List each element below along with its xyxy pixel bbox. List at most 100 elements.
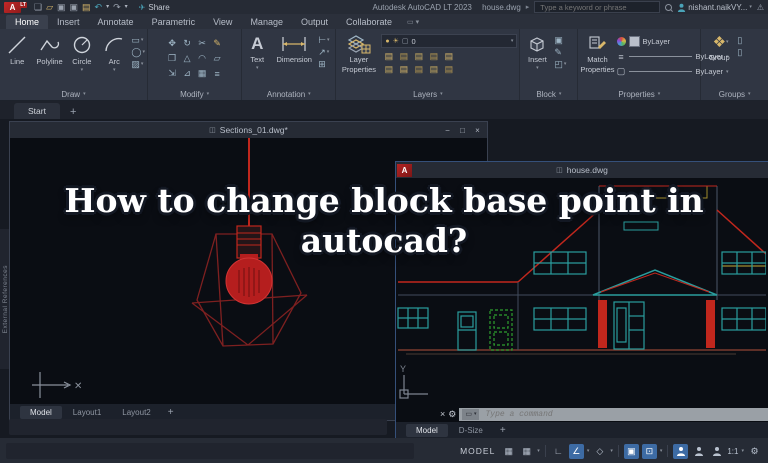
arc-button[interactable]: Arc ▾ bbox=[99, 32, 129, 73]
model-space-label[interactable]: MODEL bbox=[460, 446, 495, 456]
rectangle-tool-icon[interactable]: ▭ bbox=[131, 35, 140, 45]
redo-icon[interactable]: ↷ bbox=[113, 2, 121, 12]
block-attributes-icon[interactable]: ◰ bbox=[554, 59, 563, 69]
edit-block-icon[interactable]: ✎ bbox=[554, 47, 562, 57]
circle-button[interactable]: Circle ▾ bbox=[67, 32, 97, 73]
tab-home[interactable]: Home bbox=[6, 15, 48, 29]
layer-tool-icon[interactable]: ▤ bbox=[411, 50, 426, 63]
search-icon[interactable] bbox=[665, 4, 672, 11]
tab-start[interactable]: Start bbox=[14, 103, 60, 119]
recent-commands-button[interactable]: ▭ ▾ bbox=[462, 409, 479, 420]
tab-model[interactable]: Model bbox=[20, 406, 62, 419]
polyline-button[interactable]: Polyline bbox=[34, 32, 64, 66]
add-layout-button[interactable]: + bbox=[162, 407, 180, 418]
layer-properties-button[interactable]: Layer Properties bbox=[338, 32, 379, 74]
line-button[interactable]: Line bbox=[2, 32, 32, 66]
autocad-logo[interactable]: A LT bbox=[4, 2, 21, 13]
tab-parametric[interactable]: Parametric bbox=[143, 15, 205, 29]
group-edit-icon[interactable]: ▯ bbox=[737, 47, 742, 57]
group-button[interactable]: ❖ Group bbox=[703, 32, 735, 62]
search-box[interactable] bbox=[534, 1, 660, 13]
notification-icon[interactable]: ⚠ bbox=[757, 3, 764, 12]
polar-chevron-icon[interactable]: ▾ bbox=[587, 448, 590, 454]
house-drawing-area[interactable]: Y bbox=[396, 178, 768, 406]
layers-panel-label[interactable]: Layers ▾ bbox=[336, 88, 519, 100]
customize-wrench-icon[interactable]: ⚙ bbox=[448, 409, 456, 420]
tab-layout2[interactable]: Layout2 bbox=[112, 406, 160, 419]
dimension-button[interactable]: Dimension bbox=[272, 32, 316, 64]
isodraft-chevron-icon[interactable]: ▾ bbox=[610, 448, 613, 454]
more-tools-icon[interactable]: ≡ bbox=[210, 66, 225, 81]
tab-d-size[interactable]: D-Size bbox=[449, 424, 493, 437]
create-block-icon[interactable]: ▣ bbox=[554, 35, 563, 45]
layer-dropdown[interactable]: ● ☀ ▢ 0 ▾ bbox=[381, 34, 517, 48]
plot-icon[interactable]: ▤ bbox=[82, 2, 91, 12]
ribbon-options-button[interactable]: ▭ ▾ bbox=[407, 18, 419, 29]
save-icon[interactable]: ▣ bbox=[57, 2, 66, 12]
maximize-button[interactable]: □ bbox=[456, 126, 469, 135]
customization-gear-icon[interactable]: ⚙ bbox=[747, 444, 762, 459]
tab-layout1[interactable]: Layout1 bbox=[63, 406, 111, 419]
layer-tool-icon[interactable]: ▤ bbox=[381, 50, 396, 63]
layer-tool-icon[interactable]: ▤ bbox=[396, 50, 411, 63]
layer-tool-icon[interactable]: ▤ bbox=[426, 50, 441, 63]
add-layout-button-house[interactable]: + bbox=[494, 425, 512, 436]
fillet-icon[interactable]: ◠ bbox=[195, 51, 210, 66]
house-window-titlebar[interactable]: A ◫ house.dwg bbox=[396, 162, 768, 178]
object-snap-icon[interactable]: ▣ bbox=[624, 444, 639, 459]
annotation-visibility-icon[interactable] bbox=[673, 444, 688, 459]
snap-chevron-icon[interactable]: ▾ bbox=[537, 448, 540, 454]
layer-tool-icon[interactable]: ▤ bbox=[441, 50, 456, 63]
tab-output[interactable]: Output bbox=[292, 15, 337, 29]
insert-block-button[interactable]: Insert ▾ bbox=[522, 32, 552, 71]
block-panel-label[interactable]: Block ▾ bbox=[520, 88, 577, 100]
minimize-button[interactable]: − bbox=[441, 126, 454, 135]
drawing-window-house[interactable]: A ◫ house.dwg bbox=[395, 161, 768, 438]
sections-window-titlebar[interactable]: ◫ Sections_01.dwg* − □ × bbox=[10, 122, 487, 138]
undo-chevron-icon[interactable]: ▾ bbox=[106, 2, 109, 12]
scale-chevron-icon[interactable]: ▾ bbox=[741, 448, 744, 454]
new-drawing-tab-button[interactable]: + bbox=[62, 105, 84, 119]
search-input[interactable] bbox=[538, 2, 656, 13]
annotation-panel-label[interactable]: Annotation ▾ bbox=[242, 88, 335, 100]
dim-style-icon[interactable]: ⊢ bbox=[318, 35, 326, 45]
save-as-icon[interactable]: ▣ bbox=[70, 2, 79, 12]
groups-panel-label[interactable]: Groups ▾ bbox=[701, 88, 768, 100]
ortho-mode-icon[interactable]: ∟ bbox=[551, 444, 566, 459]
match-properties-button[interactable]: Match Properties bbox=[580, 32, 614, 74]
properties-panel-label[interactable]: Properties ▾ bbox=[578, 88, 700, 100]
tab-insert[interactable]: Insert bbox=[48, 15, 89, 29]
user-account[interactable]: nishant.naikVY... ▾ bbox=[677, 3, 752, 12]
tab-view[interactable]: View bbox=[204, 15, 241, 29]
layer-tool-icon[interactable]: ▤ bbox=[411, 63, 426, 76]
autoscale-icon[interactable] bbox=[691, 444, 706, 459]
command-input[interactable] bbox=[483, 409, 765, 420]
annotation-scale-value[interactable]: 1:1 bbox=[727, 447, 738, 456]
mirror-icon[interactable]: △ bbox=[180, 51, 195, 66]
tab-manage[interactable]: Manage bbox=[241, 15, 292, 29]
open-folder-icon[interactable]: ▱ bbox=[46, 2, 53, 12]
close-command-icon[interactable]: × bbox=[440, 409, 445, 419]
draw-panel-label[interactable]: Draw ▾ bbox=[0, 88, 147, 100]
leader-icon[interactable]: ↗ bbox=[318, 47, 326, 57]
osnap-chevron-icon[interactable]: ▾ bbox=[660, 448, 663, 454]
command-line[interactable]: ▭ ▾ bbox=[459, 408, 768, 421]
layer-tool-icon[interactable]: ▤ bbox=[396, 63, 411, 76]
object-snap-tracking-icon[interactable]: ⊡ bbox=[642, 444, 657, 459]
layer-tool-icon[interactable]: ▤ bbox=[441, 63, 456, 76]
close-button[interactable]: × bbox=[471, 126, 484, 135]
scale-icon[interactable]: ⊿ bbox=[180, 66, 195, 81]
move-icon[interactable]: ✥ bbox=[165, 36, 180, 51]
tab-model-house[interactable]: Model bbox=[406, 424, 448, 437]
snap-mode-icon[interactable]: ▦ bbox=[519, 444, 534, 459]
text-button[interactable]: A Text ▾ bbox=[244, 32, 270, 71]
layer-tool-icon[interactable]: ▤ bbox=[381, 63, 396, 76]
array-icon[interactable]: ▦ bbox=[195, 66, 210, 81]
tab-collaborate[interactable]: Collaborate bbox=[337, 15, 401, 29]
ungroup-icon[interactable]: ▯ bbox=[737, 35, 742, 45]
ellipse-tool-icon[interactable]: ◯ bbox=[131, 47, 141, 57]
annotation-scale-icon[interactable] bbox=[709, 444, 724, 459]
copy-icon[interactable]: ❐ bbox=[165, 51, 180, 66]
share-button[interactable]: ✈ Share bbox=[139, 3, 170, 12]
tab-annotate[interactable]: Annotate bbox=[89, 15, 143, 29]
